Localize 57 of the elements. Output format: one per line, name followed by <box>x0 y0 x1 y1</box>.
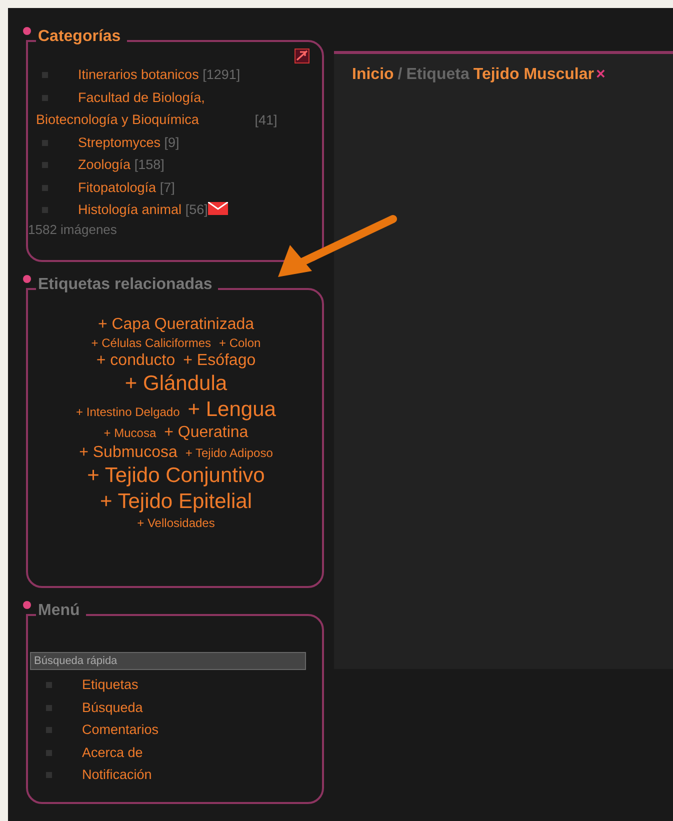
category-link[interactable]: Histología animal <box>78 199 182 222</box>
menu-link[interactable]: Etiquetas <box>82 674 138 696</box>
image-count: [56] <box>185 202 208 217</box>
tag-link[interactable]: + Submucosa <box>79 444 178 462</box>
bullet-icon <box>42 140 48 146</box>
tag-link[interactable]: + conducto <box>96 352 176 370</box>
category-link[interactable]: Streptomyces <box>78 132 161 154</box>
bullet-icon <box>42 94 48 100</box>
tag-link[interactable]: + Capa Queratinizada <box>98 316 254 334</box>
mail-icon[interactable] <box>208 202 228 215</box>
image-icon[interactable] <box>294 48 310 64</box>
tag-link[interactable]: + Esófago <box>183 352 256 370</box>
current-tag: Tejido Muscular <box>473 66 594 84</box>
bullet-icon <box>46 750 52 756</box>
image-count: [1291] <box>202 67 240 82</box>
category-link[interactable]: Zoología <box>78 154 131 176</box>
category-link[interactable]: Itinerarios botanicos <box>78 64 199 86</box>
bullet-icon <box>46 772 52 778</box>
menu-link[interactable]: Acerca de <box>82 742 143 764</box>
panel-title: Etiquetas relacionadas <box>36 276 218 294</box>
dot-icon <box>23 275 31 283</box>
image-count: [9] <box>164 134 180 150</box>
dot-icon <box>23 27 31 35</box>
tag-link[interactable]: + Tejido Conjuntivo <box>87 464 265 488</box>
bullet-icon <box>46 704 52 710</box>
tag-link[interactable]: + Células Caliciformes <box>91 336 211 350</box>
bullet-icon <box>42 184 48 190</box>
menu-link[interactable]: Comentarios <box>82 719 159 742</box>
menu-link[interactable]: Búsqueda <box>82 696 143 719</box>
category-link[interactable]: Fitopatología <box>78 176 156 199</box>
tag-link[interactable]: + Queratina <box>164 424 248 442</box>
tag-link[interactable]: + Intestino Delgado <box>76 405 180 419</box>
tag-link[interactable]: + Vellosidades <box>137 516 215 530</box>
tag-link[interactable]: + Glándula <box>124 372 228 396</box>
tag-link[interactable]: + Tejido Adiposo <box>185 446 273 460</box>
breadcrumb-section: Etiqueta <box>406 66 470 84</box>
tag-link[interactable]: + Tejido Epitelial <box>100 490 252 514</box>
search-field[interactable]: Búsqueda rápida <box>30 652 306 670</box>
home-link[interactable]: Inicio <box>352 66 394 84</box>
image-total: 1582 imágenes <box>28 222 118 236</box>
remove-tag-link[interactable]: × <box>596 66 606 84</box>
tag-link[interactable]: + Lengua <box>188 398 276 422</box>
bullet-icon <box>46 682 52 688</box>
bullet-icon <box>46 727 52 733</box>
image-count: [41] <box>254 112 278 127</box>
bullet-icon <box>42 162 48 168</box>
breadcrumb-separator: / <box>398 66 402 84</box>
image-count: [7] <box>160 180 175 194</box>
bullet-icon <box>42 72 48 78</box>
panel-title: Categorías <box>36 28 127 46</box>
category-link[interactable]: Facultad de Biología, Biotecnología y Bioquímica <box>36 86 251 132</box>
menu-link[interactable]: Notificación <box>82 764 152 786</box>
tag-link[interactable]: + Colon <box>219 336 261 350</box>
image-count: [158] <box>134 157 164 172</box>
bullet-icon <box>42 207 48 213</box>
dot-icon <box>23 601 31 609</box>
tag-link[interactable]: + Mucosa <box>104 426 156 440</box>
